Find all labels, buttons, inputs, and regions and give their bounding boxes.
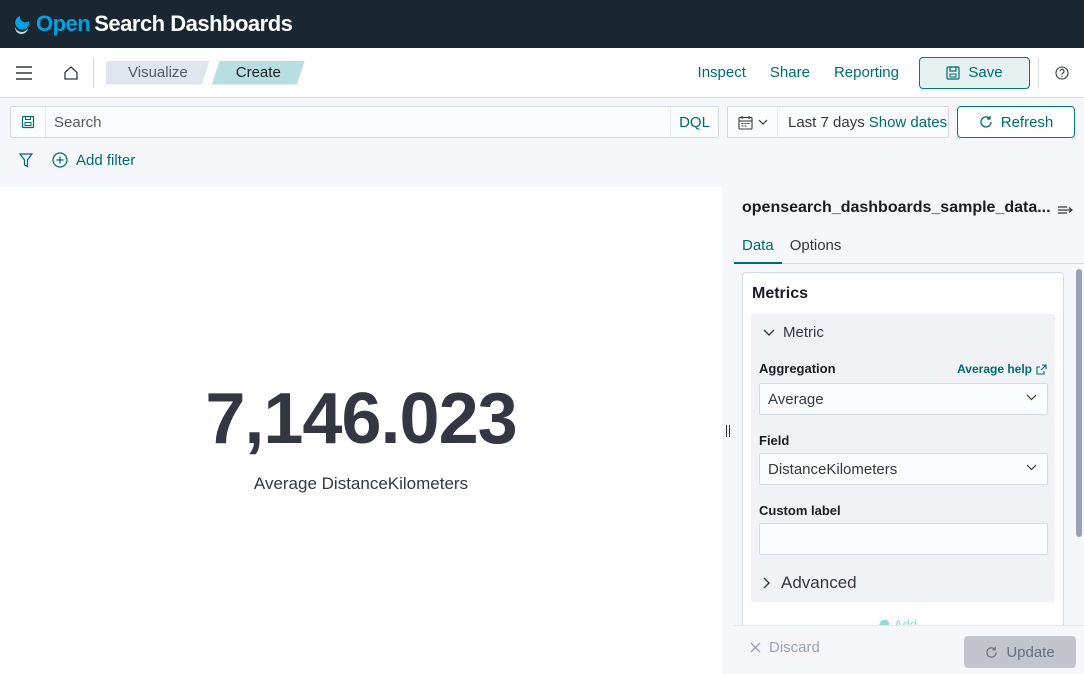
add-metric-label: Add	[894, 617, 918, 625]
add-filter-label: Add filter	[76, 151, 136, 169]
metric-label: Average DistanceKilometers	[253, 474, 469, 493]
save-button[interactable]: Save	[919, 56, 1030, 89]
filter-icon	[19, 152, 33, 167]
metric-value: 7,146.023	[205, 379, 517, 459]
search-input[interactable]	[46, 107, 670, 137]
quick-menu-button[interactable]	[728, 107, 778, 137]
date-range-text: Last 7 days	[788, 113, 865, 131]
show-dates-link[interactable]: Show dates	[869, 114, 947, 131]
resize-grip-icon	[726, 424, 730, 437]
refresh-button[interactable]: Refresh	[957, 106, 1075, 138]
plus-circle-icon	[52, 152, 68, 168]
discard-label: Discard	[769, 639, 820, 656]
close-icon	[750, 642, 761, 653]
query-bar: DQL	[10, 106, 719, 138]
home-icon	[63, 65, 78, 80]
custom-label-input[interactable]	[759, 523, 1048, 555]
collapse-panel-icon[interactable]	[1056, 201, 1074, 219]
saved-query-button[interactable]	[11, 107, 46, 137]
refresh-label: Refresh	[1000, 113, 1054, 131]
update-label: Update	[1006, 643, 1055, 661]
help-icon	[1054, 65, 1069, 80]
tab-data[interactable]: Data	[734, 231, 782, 264]
chevron-down-icon	[763, 329, 775, 336]
external-link-icon	[1036, 363, 1047, 375]
metrics-heading: Metrics	[752, 285, 809, 302]
panel-resize-handle[interactable]	[722, 187, 734, 674]
discard-button[interactable]: Discard	[750, 639, 820, 656]
filter-bar: Add filter	[0, 144, 135, 176]
metric-accordion-toggle[interactable]: Metric	[763, 324, 824, 341]
help-button[interactable]	[1038, 57, 1084, 88]
refresh-icon	[986, 646, 998, 658]
breadcrumb-visualize[interactable]: Visualize	[106, 61, 210, 85]
top-nav: Visualize Create Inspect Share Reporting…	[0, 48, 1084, 98]
field-value: DistanceKilometers	[768, 460, 898, 478]
save-label: Save	[968, 64, 1003, 81]
index-pattern-title: opensearch_dashboards_sample_data...	[742, 199, 1051, 216]
chevron-down-icon	[758, 119, 767, 125]
date-picker: Last 7 days Show dates	[727, 106, 949, 138]
panel-scroll-area: Metrics Metric Aggregation Average help …	[742, 272, 1064, 625]
calendar-icon	[737, 115, 753, 130]
logo-text-rest: Search Dashboards	[94, 11, 293, 36]
chevron-right-icon	[763, 577, 770, 589]
visualization-canvas: 7,146.023 Average DistanceKilometers	[0, 187, 722, 674]
opensearch-logo[interactable]: Open Search Dashboards	[12, 11, 293, 37]
panel-footer: Discard Update	[734, 625, 1084, 674]
metric-accordion-title: Metric	[783, 324, 824, 341]
custom-label-label: Custom label	[759, 503, 841, 518]
add-filter-button[interactable]: Add filter	[52, 152, 135, 169]
add-metric-button[interactable]: Add	[879, 617, 917, 625]
metric-accordion: Metric Aggregation Average help Average …	[751, 314, 1055, 602]
chevron-down-icon	[1026, 394, 1037, 401]
inspect-link[interactable]: Inspect	[686, 64, 758, 81]
hamburger-icon	[16, 65, 32, 80]
aggregation-select[interactable]: Average	[759, 383, 1048, 415]
advanced-toggle[interactable]: Advanced	[763, 573, 857, 593]
chevron-down-icon	[1026, 464, 1037, 471]
share-link[interactable]: Share	[758, 64, 822, 81]
update-button[interactable]: Update	[964, 636, 1076, 668]
menu-button[interactable]	[0, 48, 48, 98]
advanced-label: Advanced	[781, 573, 857, 592]
refresh-icon	[980, 116, 992, 128]
filter-options-button[interactable]	[0, 152, 52, 168]
tab-options[interactable]: Options	[782, 231, 850, 264]
breadcrumb-create: Create	[212, 61, 305, 85]
editor-side-panel: opensearch_dashboards_sample_data... Dat…	[734, 187, 1084, 674]
metrics-card: Metrics Metric Aggregation Average help …	[742, 272, 1064, 625]
aggregation-help-link[interactable]: Average help	[957, 362, 1047, 376]
aggregation-value: Average	[768, 390, 824, 408]
field-select[interactable]: DistanceKilometers	[759, 453, 1048, 485]
brand-header: Open Search Dashboards	[0, 0, 1084, 48]
field-label: Field	[759, 433, 790, 448]
query-language-button[interactable]: DQL	[670, 107, 718, 137]
panel-tabs: Data Options	[734, 231, 1084, 264]
logo-text-open: Open	[36, 11, 91, 36]
saved-query-icon	[21, 115, 35, 129]
home-button[interactable]	[48, 57, 94, 88]
opensearch-logo-icon	[14, 16, 30, 34]
aggregation-label: Aggregation	[759, 361, 836, 376]
save-icon	[946, 65, 960, 80]
aggregation-help-label: Average help	[957, 362, 1032, 376]
reporting-link[interactable]: Reporting	[822, 64, 911, 81]
panel-scrollbar[interactable]	[1076, 269, 1082, 537]
